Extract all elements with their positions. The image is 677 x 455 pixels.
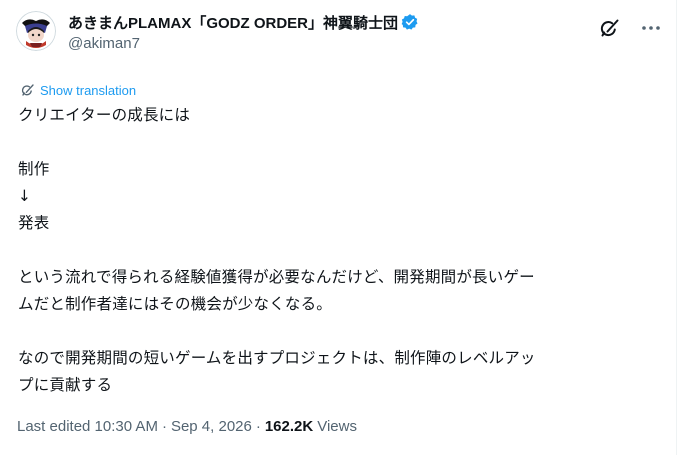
tweet-text-line: プに貢献する [18,376,113,394]
tweet-text-line: という流れで得られる経験値獲得が必要なんだけど、開発期間が長いゲー [18,268,535,286]
more-options-icon[interactable] [640,19,662,37]
show-translation-button[interactable]: Show translation [20,82,136,98]
tweet-text-line: 制作 [18,160,50,178]
tweet-text-line: なので開発期間の短いゲームを出すプロジェクトは、制作陣のレベルアッ [18,349,536,367]
tweet-meta: Last edited 10:30 AM · Sep 4, 2026 · 162… [17,418,357,435]
translate-icon [20,82,36,98]
author-handle[interactable]: @akiman7 [68,35,140,52]
avatar[interactable] [16,11,56,51]
grok-icon[interactable] [598,16,622,40]
verified-badge-icon[interactable] [401,13,419,31]
views-count: 162.2K [264,418,314,435]
tweet-text-line: 発表 [18,214,50,232]
meta-separator: · [255,418,261,435]
tweet-text-line: ↓ [18,187,32,205]
author-display-name[interactable]: あきまんPLAMAX「GODZ ORDER」神翼騎士団 [68,12,398,33]
author-name-row: あきまんPLAMAX「GODZ ORDER」神翼騎士団 [68,12,419,32]
show-translation-label[interactable]: Show translation [40,83,136,98]
tweet-card: あきまんPLAMAX「GODZ ORDER」神翼騎士団 @akiman7 Sho… [0,0,677,455]
views-label: Views [317,418,357,435]
last-edited-link[interactable]: Last edited 10:30 AM [17,418,158,435]
tweet-date[interactable]: Sep 4, 2026 [171,418,252,435]
tweet-text-line: ムだと制作者達にはその機会が少なくなる。 [18,295,333,313]
meta-separator: · [161,418,167,435]
tweet-text-line: クリエイターの成長には [18,106,191,124]
